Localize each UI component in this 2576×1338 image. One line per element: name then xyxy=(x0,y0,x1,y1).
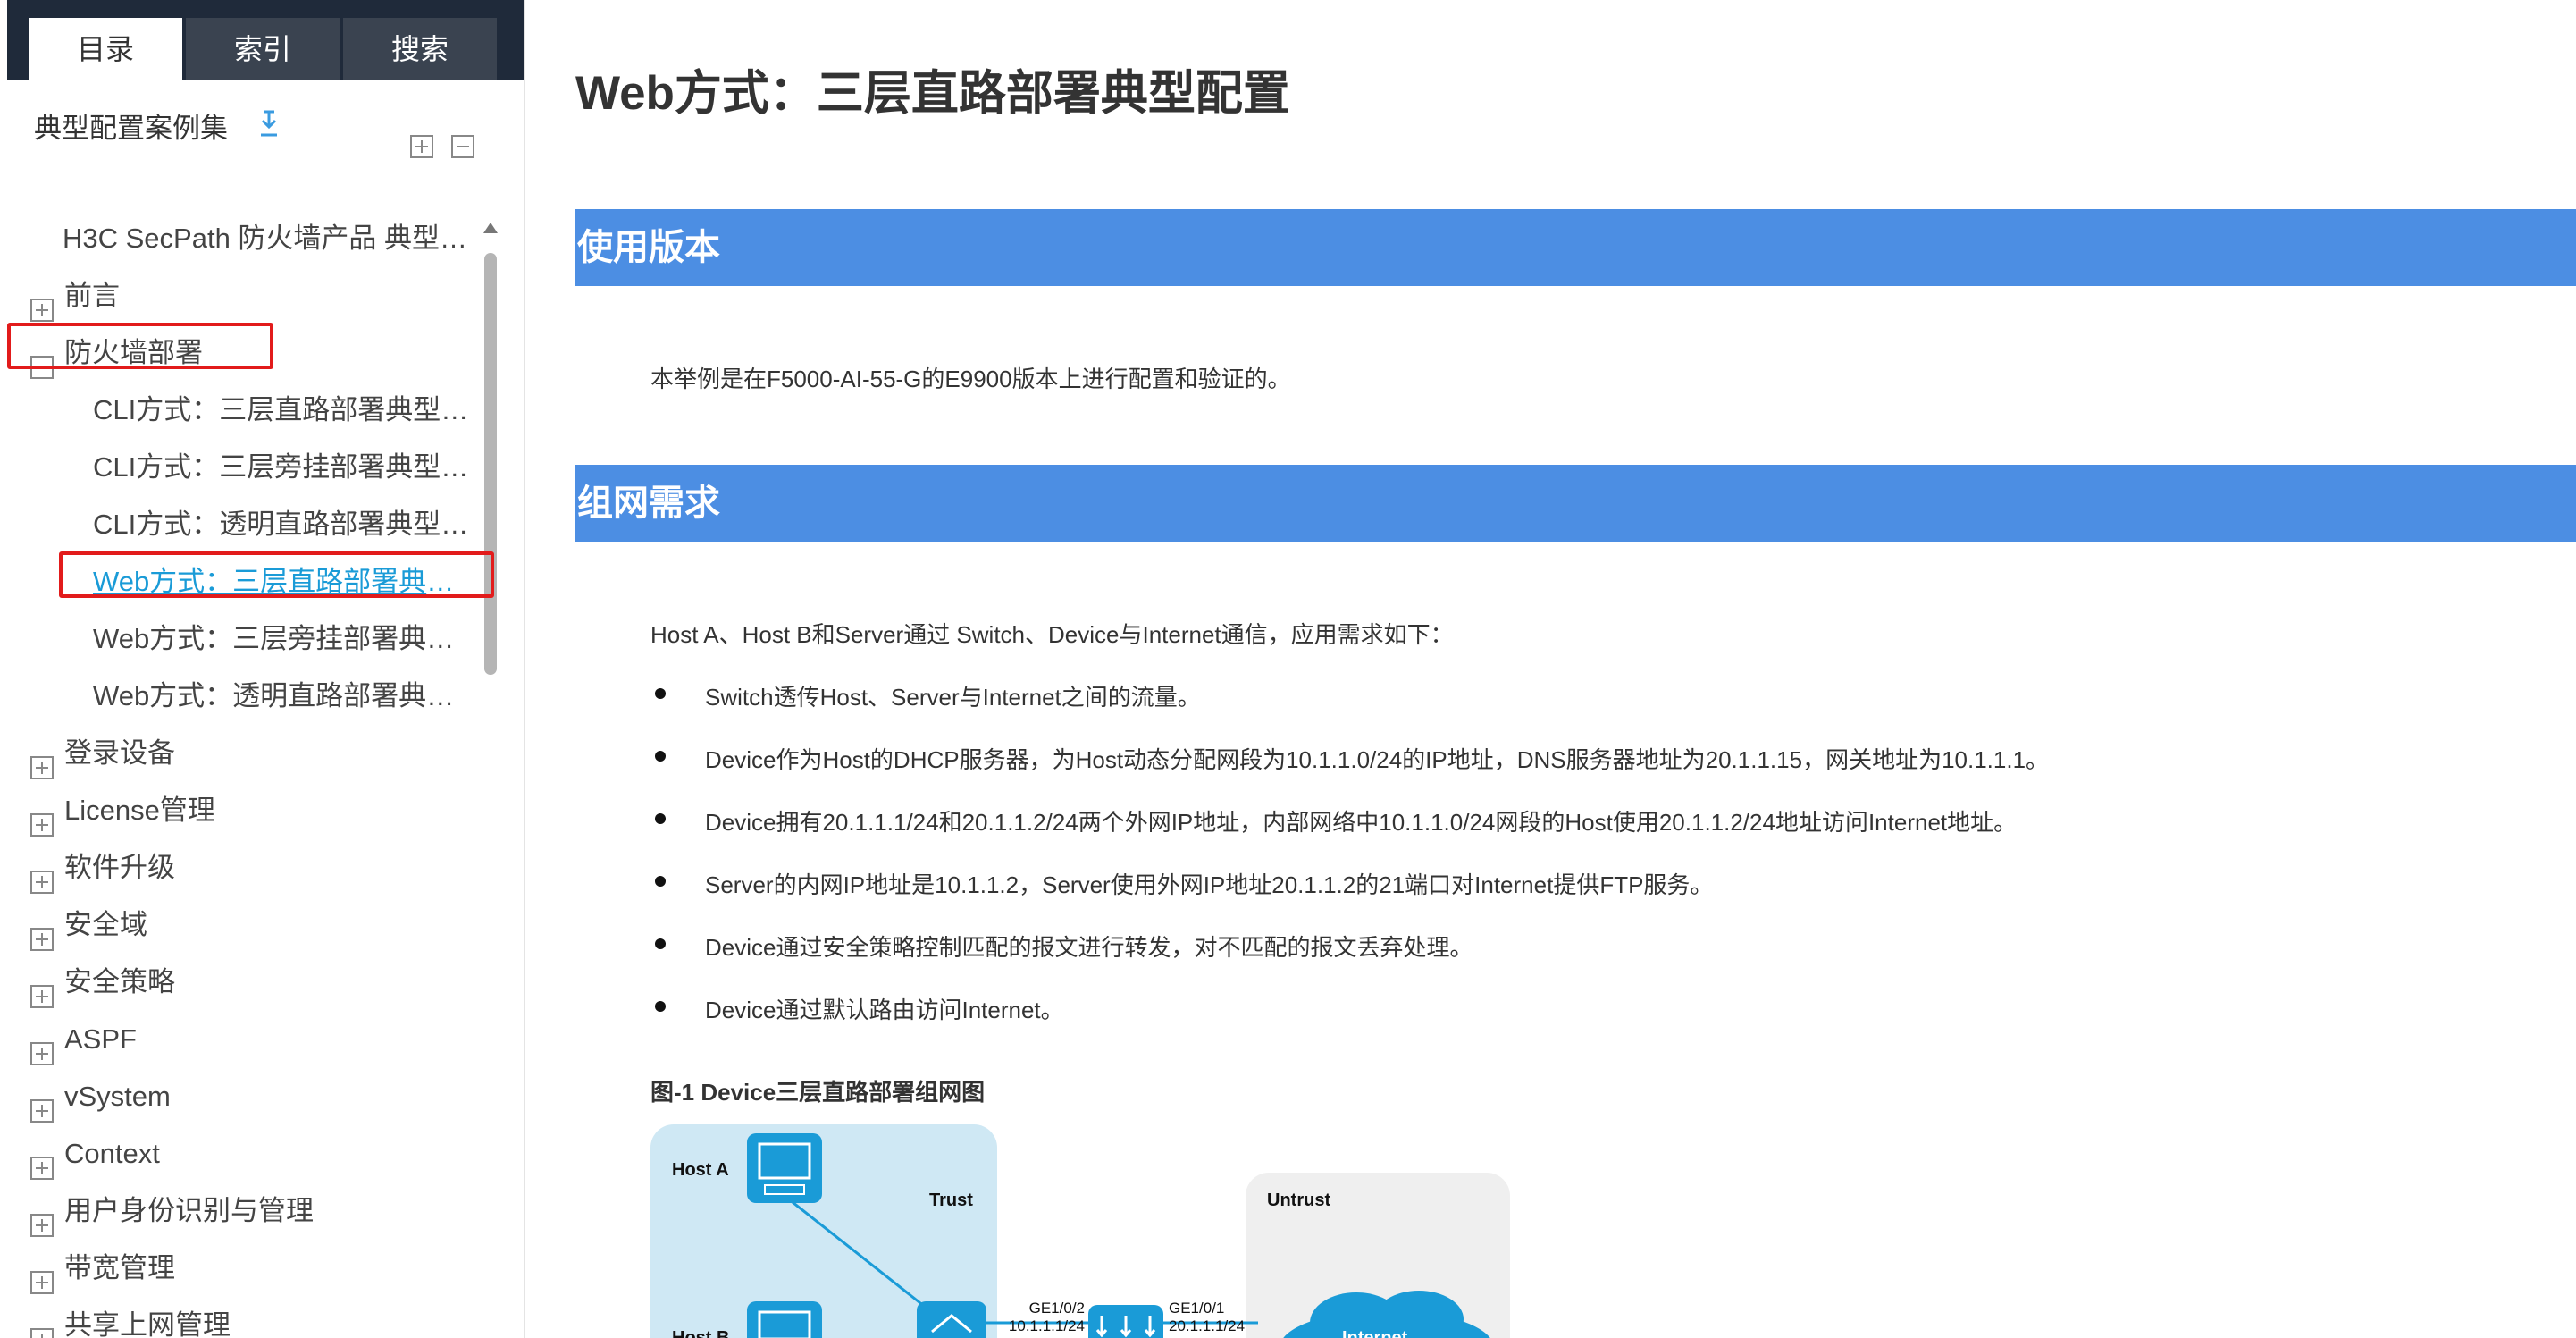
expand-node-icon[interactable] xyxy=(30,856,54,894)
tree-item-label: ASPF xyxy=(64,1023,137,1055)
tree-item-label: 登录设备 xyxy=(64,737,175,769)
tree-item[interactable]: CLI方式：透明直路部署典型配... xyxy=(0,496,481,553)
host-a-icon xyxy=(747,1133,822,1203)
tree-item-label: 软件升级 xyxy=(64,852,175,883)
expand-node-icon[interactable] xyxy=(30,1028,54,1065)
list-item-text: Device拥有20.1.1.1/24和20.1.1.2/24两个外网IP地址，… xyxy=(705,809,2018,836)
tree-item-label: CLI方式：三层直路部署典型配... xyxy=(93,394,477,425)
figure-caption: 图-1 Device三层直路部署组网图 xyxy=(650,1079,986,1106)
expand-node-icon[interactable] xyxy=(30,1142,54,1180)
tree-item-label: 用户身份识别与管理 xyxy=(64,1195,314,1226)
interface-ge101-ip: 20.1.1.1/24 xyxy=(1169,1317,1246,1334)
highlight-box-firewall-deploy xyxy=(7,323,273,369)
host-b-label: Host B xyxy=(672,1328,730,1338)
tree-item-label: 带宽管理 xyxy=(64,1252,175,1283)
network-intro-paragraph: Host A、Host B和Server通过 Switch、Device与Int… xyxy=(650,621,1454,648)
scrollbar-thumb[interactable] xyxy=(484,253,497,675)
expand-node-icon[interactable] xyxy=(30,1085,54,1123)
expand-all-icon[interactable] xyxy=(409,134,434,159)
tree-item-label: 前言 xyxy=(64,280,120,311)
tree-item-label: Web方式：三层旁挂部署典型... xyxy=(93,623,477,654)
network-diagram-graphic xyxy=(650,1124,1510,1338)
tab-search[interactable]: 搜索 xyxy=(343,18,497,80)
tree-item[interactable]: CLI方式：三层直路部署典型配... xyxy=(0,382,481,439)
tree-item-label: 安全域 xyxy=(64,909,147,940)
tree-item[interactable]: 前言 xyxy=(0,267,481,324)
main-content: Web方式：三层直路部署典型配置 使用版本 本举例是在F5000-AI-55-G… xyxy=(525,0,2576,1338)
list-item-text: Device作为Host的DHCP服务器，为Host动态分配网段为10.1.1.… xyxy=(705,746,2050,773)
tree-item-label: H3C SecPath 防火墙产品 典型配... xyxy=(63,223,477,254)
tree-item[interactable]: Web方式：透明直路部署典型... xyxy=(0,668,481,725)
tree-item-label: CLI方式：三层旁挂部署典型配... xyxy=(93,451,477,483)
list-item-text: Device通过安全策略控制匹配的报文进行转发，对不匹配的报文丢弃处理。 xyxy=(705,934,1473,961)
expand-node-icon[interactable] xyxy=(30,742,54,779)
list-item-text: Device通过默认路由访问Internet。 xyxy=(705,997,1064,1023)
tree-item[interactable]: 软件升级 xyxy=(0,839,481,896)
tree-item[interactable]: Context xyxy=(0,1125,481,1182)
sidebar: 目录 索引 搜索 典型配置案例集 H3C SecPath 防火墙产品 典型配..… xyxy=(0,0,525,1338)
tree-item-label: vSystem xyxy=(64,1081,171,1112)
expand-node-icon[interactable] xyxy=(30,1314,54,1338)
tree-item[interactable]: 安全域 xyxy=(0,896,481,954)
tab-contents[interactable]: 目录 xyxy=(29,18,182,80)
bullet-dot-icon xyxy=(655,751,666,762)
tree-item[interactable]: Web方式：三层旁挂部署典型... xyxy=(0,610,481,668)
scroll-up-arrow-icon[interactable] xyxy=(483,223,498,233)
expand-node-icon[interactable] xyxy=(30,971,54,1008)
bullet-dot-icon xyxy=(655,938,666,949)
tree-item[interactable]: vSystem xyxy=(0,1068,481,1125)
section-network-heading: 组网需求 xyxy=(575,465,2576,542)
tree-item-label: License管理 xyxy=(64,795,215,826)
bullet-dot-icon xyxy=(655,688,666,699)
page-title: Web方式：三层直路部署典型配置 xyxy=(575,67,1290,120)
untrust-zone-label: Untrust xyxy=(1267,1191,1331,1210)
collapse-all-icon[interactable] xyxy=(450,134,475,159)
tree-item[interactable]: 带宽管理 xyxy=(0,1240,481,1297)
sidebar-scrollbar[interactable] xyxy=(482,219,499,1338)
tree-item-label: CLI方式：透明直路部署典型配... xyxy=(93,509,477,540)
tree-item[interactable]: 共享上网管理 xyxy=(0,1297,481,1338)
interface-ge102-ip: 10.1.1.1/24 xyxy=(1008,1317,1085,1334)
host-a-label: Host A xyxy=(672,1160,729,1180)
interface-ge101-label: GE1/0/1 xyxy=(1169,1300,1225,1317)
section-version-heading: 使用版本 xyxy=(575,209,2576,286)
expand-node-icon[interactable] xyxy=(30,1257,54,1294)
sidebar-tab-bar: 目录 索引 搜索 xyxy=(7,0,524,80)
expand-node-icon[interactable] xyxy=(30,913,54,951)
tree-item[interactable]: 安全策略 xyxy=(0,954,481,1011)
list-item-text: Switch透传Host、Server与Internet之间的流量。 xyxy=(705,684,1201,711)
bullet-dot-icon xyxy=(655,813,666,824)
book-title: 典型配置案例集 xyxy=(34,113,228,144)
tree-item[interactable]: License管理 xyxy=(0,782,481,839)
highlight-box-web-direct xyxy=(59,551,494,598)
expand-node-icon[interactable] xyxy=(30,1199,54,1237)
host-b-icon xyxy=(747,1301,822,1338)
tree-item-label: 安全策略 xyxy=(64,966,175,997)
version-paragraph: 本举例是在F5000-AI-55-G的E9900版本上进行配置和验证的。 xyxy=(650,366,1291,392)
tree-item[interactable]: 登录设备 xyxy=(0,725,481,782)
expand-node-icon[interactable] xyxy=(30,799,54,837)
switch-icon xyxy=(917,1301,986,1338)
tree-item[interactable]: ASPF xyxy=(0,1011,481,1068)
trust-zone-label: Trust xyxy=(929,1191,973,1210)
expand-node-icon[interactable] xyxy=(30,284,54,322)
tree-item[interactable]: 用户身份识别与管理 xyxy=(0,1182,481,1240)
download-icon[interactable] xyxy=(256,109,282,139)
tree-item[interactable]: H3C SecPath 防火墙产品 典型配... xyxy=(0,210,481,267)
firewall-device-icon xyxy=(1088,1305,1163,1338)
list-item-text: Server的内网IP地址是10.1.1.2，Server使用外网IP地址20.… xyxy=(705,871,1714,898)
section-heading-text: 组网需求 xyxy=(577,484,720,523)
tab-index[interactable]: 索引 xyxy=(186,18,340,80)
internet-label: Internet xyxy=(1342,1328,1408,1338)
tree-item-label: Web方式：透明直路部署典型... xyxy=(93,680,477,711)
interface-ge102-label: GE1/0/2 xyxy=(1028,1300,1085,1317)
tree-item[interactable]: CLI方式：三层旁挂部署典型配... xyxy=(0,439,481,496)
tree-item-label: Context xyxy=(64,1138,160,1169)
tree-item-label: 共享上网管理 xyxy=(64,1309,231,1338)
bullet-dot-icon xyxy=(655,876,666,887)
network-diagram: Host A Host B Trust Untrust Internet GE1… xyxy=(650,1117,1544,1338)
section-heading-text: 使用版本 xyxy=(577,228,720,267)
bullet-dot-icon xyxy=(655,1001,666,1012)
